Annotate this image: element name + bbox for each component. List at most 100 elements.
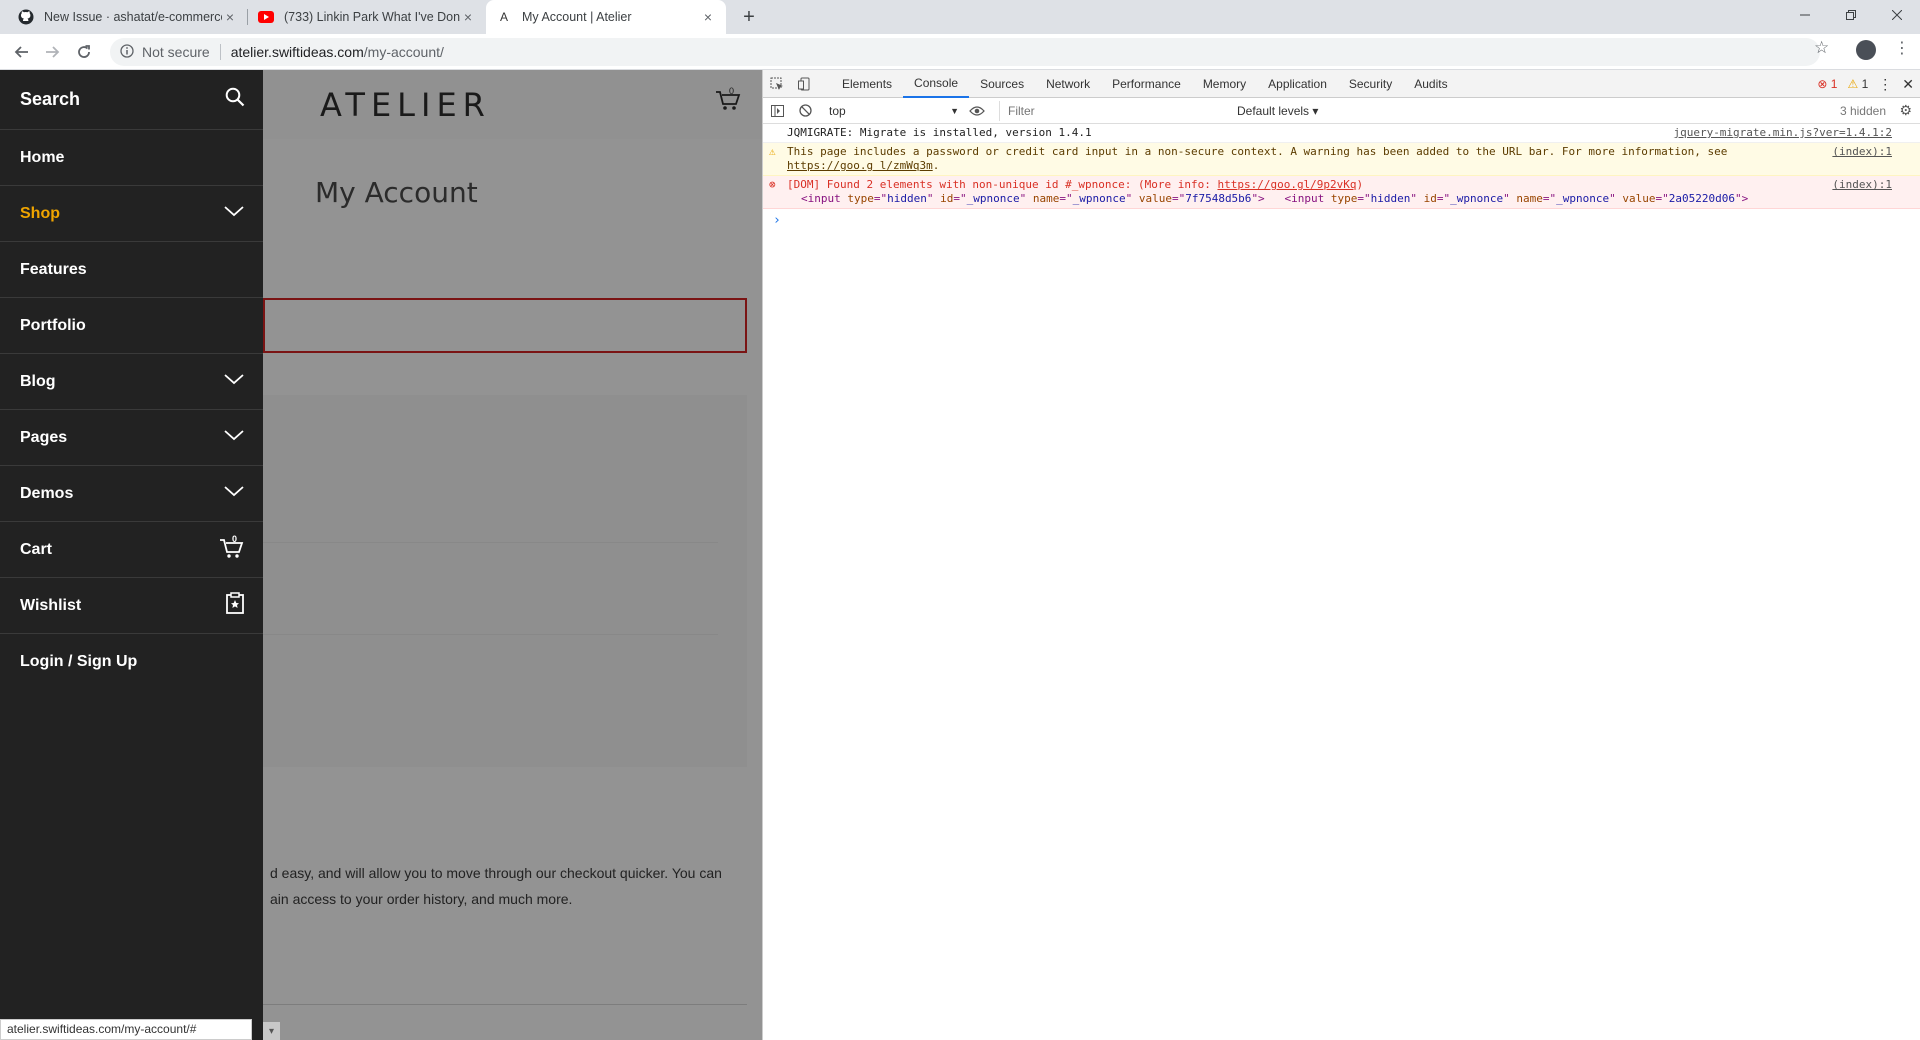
forward-icon[interactable] [38,38,66,66]
search-icon[interactable] [225,87,245,112]
menu-item-pages[interactable]: Pages [0,410,263,466]
context-selector[interactable]: top ▼ [823,101,963,121]
devtools-tab-audits[interactable]: Audits [1403,70,1458,98]
profile-avatar[interactable] [1856,40,1876,60]
cart-icon: 0 [219,534,245,564]
console-message-error: ⊗ [DOM] Found 2 elements with non-unique… [763,176,1920,209]
gear-icon[interactable]: ⚙ [1899,102,1912,119]
log-levels-dropdown[interactable]: Default levels ▾ [1237,104,1318,118]
devtools-tab-console[interactable]: Console [903,70,970,98]
scroll-down-arrow[interactable]: ▾ [263,1022,280,1040]
message-link[interactable]: https://goo.gl/9p2vKq [1217,178,1356,191]
message-end: ) [1356,178,1364,191]
cart-icon[interactable]: 0 [714,86,742,117]
tab-youtube[interactable]: (733) Linkin Park What I've Done × [248,0,486,34]
tab-title: My Account | Atelier [522,10,632,24]
minimize-icon[interactable] [1782,0,1828,30]
tab-strip: New Issue · ashatat/e-commerce × (733) L… [0,0,1920,34]
intro-line: d easy, and will allow you to move throu… [270,865,722,881]
bookmark-star-icon[interactable]: ☆ [1814,38,1829,58]
clear-console-icon[interactable] [791,97,819,125]
devtools-panel: Elements Console Sources Network Performance… [762,70,1920,1040]
menu-item-wishlist[interactable]: Wishlist [0,578,263,634]
console-message-info: JQMIGRATE: Migrate is installed, version… [763,124,1920,143]
close-devtools-icon[interactable]: ✕ [1902,76,1914,93]
warning-count-badge[interactable]: ⚠ 1 [1847,77,1868,91]
eye-icon[interactable] [963,97,991,125]
notice-box [263,298,747,353]
menu-item-portfolio[interactable]: Portfolio [0,298,263,354]
device-toolbar-icon[interactable] [791,70,819,98]
devtools-tab-performance[interactable]: Performance [1101,70,1192,98]
divider [263,1004,747,1005]
message-source-link[interactable]: (index):1 [1832,178,1892,192]
restore-icon[interactable] [1828,0,1874,30]
close-window-icon[interactable] [1874,0,1920,30]
message-end: . [932,159,940,172]
message-text: This page includes a password or credit … [787,145,1728,158]
devtools-tabbar: Elements Console Sources Network Performance… [763,70,1920,98]
chevron-down-icon[interactable] [223,372,245,391]
menu-item-label: Pages [20,428,68,446]
devtools-tab-sources[interactable]: Sources [969,70,1035,98]
cart-count: 0 [729,86,734,96]
menu-item-login[interactable]: Login / Sign Up [0,634,263,690]
menu-item-shop[interactable]: Shop [0,186,263,242]
menu-item-label: Portfolio [20,316,86,334]
menu-item-demos[interactable]: Demos [0,466,263,522]
browser-menu-icon[interactable]: ⋮ [1894,38,1910,58]
message-link[interactable]: https://goo.g l/zmWq3m [787,159,933,172]
console-prompt[interactable]: › [763,209,1920,228]
cart-count: 0 [232,535,237,544]
side-menu: Search Home Shop Features Portfolio Blog Page… [0,70,263,1040]
menu-item-cart[interactable]: Cart 0 [0,522,263,578]
message-text: JQMIGRATE: Migrate is installed, version… [787,126,1092,139]
url-path: /my-account/ [363,44,444,60]
console-filter-input[interactable] [999,100,1229,121]
element-snippet[interactable]: <input type="hidden" id="_wpnonce" name=… [787,192,1820,206]
close-icon[interactable]: × [222,9,238,25]
devtools-tab-elements[interactable]: Elements [831,70,903,98]
intro-line: ain access to your order history, and mu… [270,891,573,907]
tab-title: New Issue · ashatat/e-commerce [44,10,222,24]
menu-item-home[interactable]: Home [0,130,263,186]
address-bar[interactable]: Not secure atelier.swiftideas.com/my-acc… [110,38,1820,66]
menu-search[interactable]: Search [0,70,263,130]
site-logo[interactable]: ATELIER [320,86,491,124]
menu-item-label: Shop [20,204,60,222]
page-title: My Account [315,176,478,209]
devtools-tab-memory[interactable]: Memory [1192,70,1257,98]
info-icon[interactable] [120,43,134,61]
dropdown-arrow-icon: ▼ [950,105,959,116]
devtools-tab-network[interactable]: Network [1035,70,1101,98]
error-count: 1 [1830,77,1838,91]
inspect-element-icon[interactable] [763,70,791,98]
devtools-tab-application[interactable]: Application [1257,70,1338,98]
menu-item-blog[interactable]: Blog [0,354,263,410]
tab-atelier[interactable]: A My Account | Atelier × [486,0,726,34]
menu-item-label: Cart [20,540,53,558]
security-label[interactable]: Not secure [142,44,210,60]
tab-github[interactable]: New Issue · ashatat/e-commerce × [8,0,248,34]
menu-item-features[interactable]: Features [0,242,263,298]
message-source-link[interactable]: (index):1 [1832,145,1892,159]
new-tab-button[interactable]: + [736,4,762,30]
warning-icon: ⚠ [769,145,776,158]
warning-count: 1 [1861,77,1869,91]
chevron-down-icon[interactable] [223,484,245,503]
error-count-badge[interactable]: ⊗ 1 [1817,77,1837,91]
hidden-count: 3 hidden [1839,103,1886,118]
close-icon[interactable]: × [460,9,476,25]
close-icon[interactable]: × [700,9,716,25]
back-icon[interactable] [8,38,36,66]
chevron-down-icon[interactable] [223,204,245,223]
devtools-tab-security[interactable]: Security [1338,70,1403,98]
sidebar-toggle-icon[interactable] [763,97,791,125]
menu-item-label: Demos [20,484,74,502]
reload-icon[interactable] [70,38,98,66]
chevron-down-icon[interactable] [223,428,245,447]
message-source-link[interactable]: jquery-migrate.min.js?ver=1.4.1:2 [1673,126,1892,140]
devtools-menu-icon[interactable]: ⋮ [1878,76,1892,93]
register-intro: d easy, and will allow you to move throu… [270,860,760,912]
menu-item-label: Login / Sign Up [20,653,138,670]
